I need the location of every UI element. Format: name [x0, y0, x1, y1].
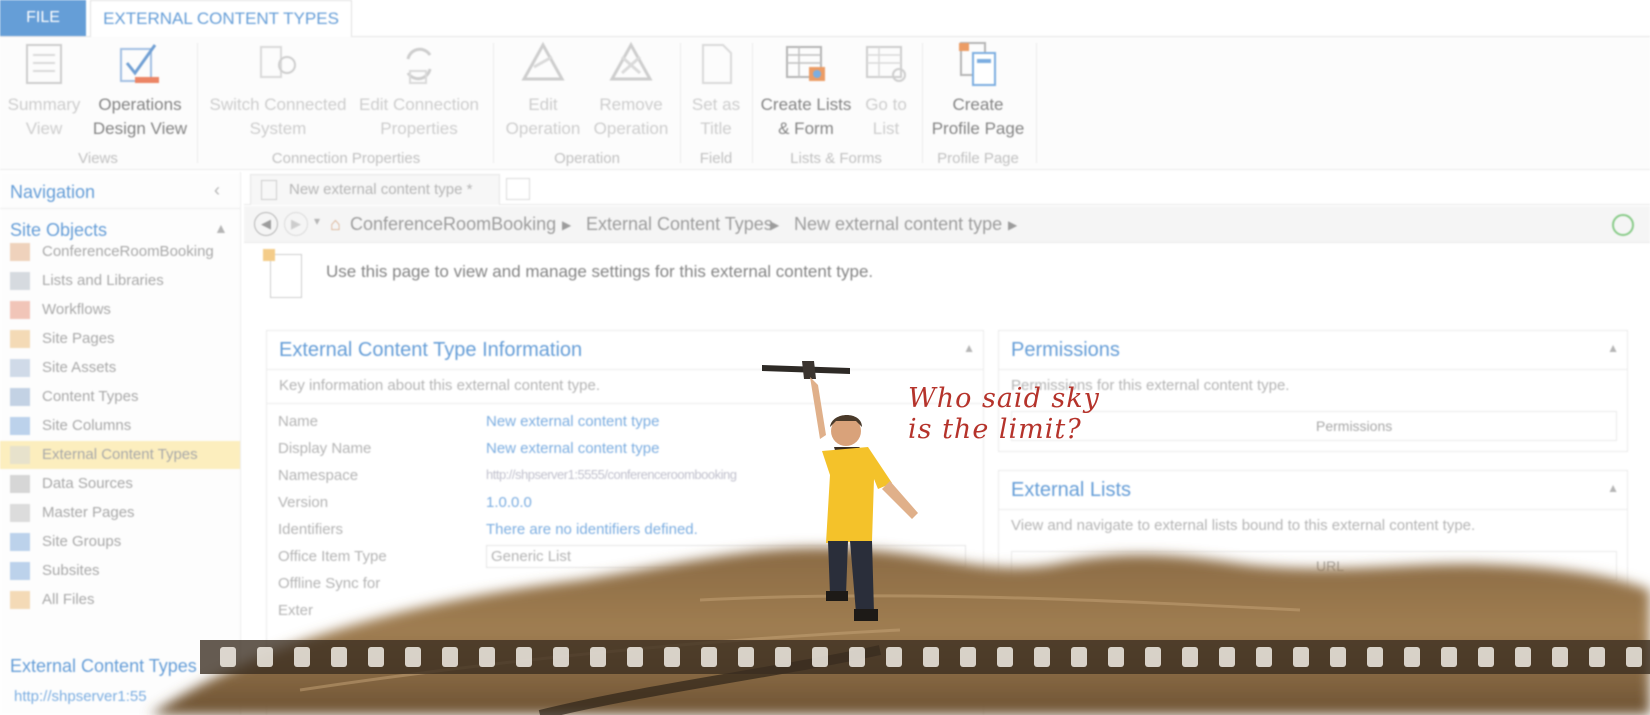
film-hole: [590, 647, 606, 667]
slogan-line-2: is the limit?: [908, 414, 1082, 445]
film-hole: [220, 647, 236, 667]
film-hole: [368, 647, 384, 667]
film-hole: [1515, 647, 1531, 667]
boy-raised-arm: [810, 377, 826, 439]
film-hole: [1552, 647, 1568, 667]
film-hole: [294, 647, 310, 667]
film-hole: [701, 647, 717, 667]
film-hole: [1441, 647, 1457, 667]
film-hole: [331, 647, 347, 667]
boy-shirt: [822, 447, 892, 543]
toy-airplane-body: [802, 361, 816, 379]
film-hole: [553, 647, 569, 667]
film-hole: [1145, 647, 1161, 667]
film-hole: [1478, 647, 1494, 667]
boy-shoe-right: [854, 609, 878, 621]
film-hole: [1182, 647, 1198, 667]
boy-left-arm: [882, 481, 918, 519]
film-hole: [1293, 647, 1309, 667]
film-hole: [1219, 647, 1235, 667]
film-hole: [1367, 647, 1383, 667]
film-hole: [442, 647, 458, 667]
film-hole: [516, 647, 532, 667]
film-hole: [1404, 647, 1420, 667]
boy-right-leg: [850, 541, 874, 613]
film-hole: [1108, 647, 1124, 667]
film-hole: [627, 647, 643, 667]
film-hole: [664, 647, 680, 667]
film-hole: [1034, 647, 1050, 667]
film-hole: [1071, 647, 1087, 667]
film-hole: [405, 647, 421, 667]
film-hole: [257, 647, 273, 667]
film-hole: [1626, 647, 1642, 667]
film-hole: [1256, 647, 1272, 667]
boy-left-leg: [828, 541, 848, 595]
boy-shoe-left: [826, 591, 848, 601]
film-hole: [1330, 647, 1346, 667]
slogan-line-1: Who said sky: [908, 383, 1100, 414]
film-hole: [479, 647, 495, 667]
film-hole: [1589, 647, 1605, 667]
film-hole: [997, 647, 1013, 667]
